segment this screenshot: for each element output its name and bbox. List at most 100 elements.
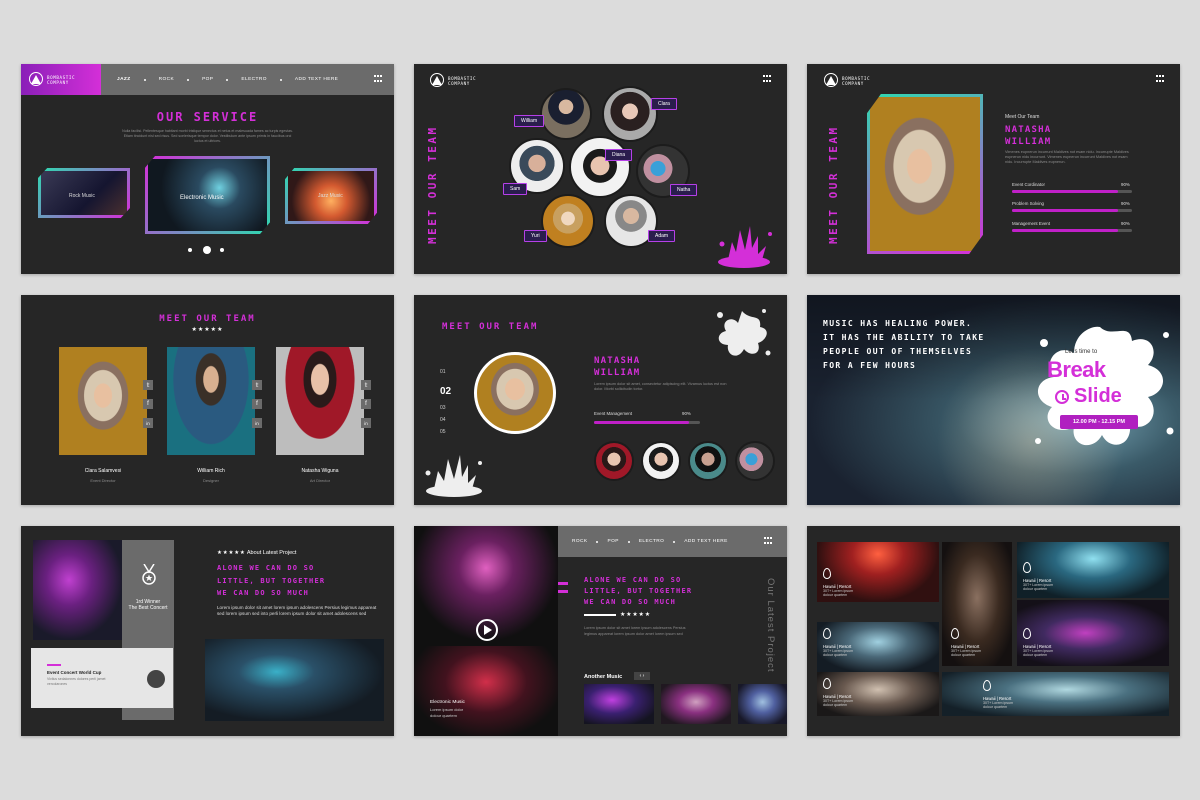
- caption-block: Hawaii | Resort 30T+ Lorem ipsum dolour …: [823, 628, 853, 657]
- caption-block: Hawaii | Resort 30T+ Lorem ipsum dolour …: [1023, 628, 1053, 657]
- card-accent: [47, 664, 61, 666]
- project-body: Lorem ipsum dolor sit amet lorem ipsum a…: [217, 605, 377, 617]
- index-number[interactable]: 01: [440, 369, 446, 375]
- name-tag-william: William: [514, 115, 545, 127]
- name-tag-adam: Adam: [648, 230, 676, 242]
- thumb-photo[interactable]: [688, 441, 728, 481]
- card-title: Event Concert World Cup: [47, 670, 102, 675]
- twitter-icon[interactable]: 𝕥: [361, 380, 371, 390]
- accent-bar: [558, 590, 568, 593]
- member-role: Event Director: [90, 478, 116, 483]
- section-title: MEET OUR TEAM: [159, 314, 256, 324]
- member-name: William Rich: [197, 468, 225, 474]
- nav-pop[interactable]: POP: [607, 539, 618, 544]
- rating-stars: ★★★★★: [191, 327, 224, 333]
- paint-splash-icon: [717, 309, 771, 356]
- rating-stars: ★★★★★: [620, 612, 651, 618]
- service-card-rock[interactable]: Rock Music: [38, 168, 130, 218]
- nav-add-text[interactable]: ADD TEXT HERE: [684, 539, 727, 544]
- carousel-dot[interactable]: [220, 248, 224, 252]
- nav-add-text[interactable]: ADD TEXT HERE: [295, 77, 338, 82]
- section-body: Nulla facilisi. Pellentesque habitant mo…: [122, 129, 293, 143]
- team-photo-william[interactable]: [540, 88, 592, 140]
- music-thumb[interactable]: [584, 684, 654, 724]
- break-title: Break: [1047, 357, 1106, 382]
- pager-arrows-icon[interactable]: ‹ ›: [634, 672, 650, 680]
- carousel-dot[interactable]: [188, 248, 192, 252]
- slide-our-latest-project[interactable]: Electronic Music Lorem ipsum dolor dolou…: [414, 526, 787, 736]
- facebook-icon[interactable]: f: [252, 399, 262, 409]
- profile-photo: [867, 94, 983, 254]
- vertical-label: Our Latest Project: [765, 578, 776, 673]
- service-card-electronic[interactable]: Electronic Music: [145, 156, 270, 234]
- play-icon[interactable]: [476, 619, 498, 641]
- paint-splash-icon: [718, 226, 772, 268]
- member-name: Clara Salamvesi: [84, 468, 122, 474]
- slide-meet-team-circles[interactable]: BOMBASTIC COMPANY MEET OUR TEAM William C…: [414, 64, 787, 274]
- skill-value: 90%: [682, 411, 691, 416]
- music-thumb[interactable]: [738, 684, 787, 724]
- caption-block: Hawaii | Resort 30T+ Lorem ipsum dolour …: [951, 628, 981, 657]
- menu-grid-icon[interactable]: [763, 75, 773, 83]
- index-number-active[interactable]: 02: [440, 386, 451, 397]
- index-number[interactable]: 04: [440, 417, 446, 423]
- project-body: Lorem ipsum dolor sit amet lorem ipsum a…: [584, 626, 686, 636]
- skill-label: Event Management: [594, 411, 633, 416]
- facebook-icon[interactable]: f: [143, 399, 153, 409]
- linkedin-icon[interactable]: in: [252, 418, 262, 428]
- card-label: Rock Music: [69, 193, 95, 199]
- nav-rock[interactable]: ROCK: [572, 539, 587, 544]
- headline: MUSIC HAS HEALING POWER. IT HAS THE ABILI…: [823, 319, 985, 370]
- slide-latest-project[interactable]: 1rd Winner The Best Concert Event Concert…: [21, 526, 394, 736]
- location-pin-icon: [823, 568, 831, 579]
- twitter-icon[interactable]: 𝕥: [143, 380, 153, 390]
- card-body: Vivilus sedalonnes dolores perli jamet v…: [47, 677, 106, 686]
- nav-rock[interactable]: ROCK: [159, 77, 174, 82]
- menu-grid-icon[interactable]: [1156, 75, 1166, 83]
- slide-team-spotlight[interactable]: MEET OUR TEAM 01 02 03 04 05 NATASHA WILL…: [414, 295, 787, 505]
- facebook-icon[interactable]: f: [361, 399, 371, 409]
- name-tag-sam: Sam: [503, 183, 528, 195]
- nav-jazz[interactable]: JAZZ: [117, 77, 131, 82]
- slide-gallery[interactable]: Hawaii | Resort 30T+ Lorem ipsum dolour …: [807, 526, 1180, 736]
- skill-fill: [1012, 190, 1118, 193]
- music-thumb[interactable]: [661, 684, 731, 724]
- menu-grid-icon[interactable]: [374, 75, 384, 83]
- slide-break[interactable]: MUSIC HAS HEALING POWER. IT HAS THE ABILI…: [807, 295, 1180, 505]
- team-photo-yuri[interactable]: [541, 194, 595, 248]
- clock-icon: [1055, 390, 1069, 404]
- team-photo-diana[interactable]: [569, 136, 631, 198]
- team-photo-clara[interactable]: [602, 86, 658, 142]
- project-eyebrow: ★★★★★ About Latest Project: [217, 550, 297, 556]
- member-role: Art Director: [309, 478, 331, 483]
- slide-team-cards[interactable]: MEET OUR TEAM ★★★★★ 𝕥 f in 𝕥 f in 𝕥 f in…: [21, 295, 394, 505]
- stage-lights: [414, 646, 558, 736]
- nav-pop[interactable]: POP: [202, 77, 213, 82]
- slide-our-service[interactable]: BOMBASTIC COMPANY JAZZ ROCK POP ELECTRO A…: [21, 64, 394, 274]
- name-tag-yuri: Yuri: [524, 230, 547, 242]
- carousel-dot-active[interactable]: [203, 246, 211, 254]
- thumb-photo[interactable]: [594, 441, 634, 481]
- linkedin-icon[interactable]: in: [143, 418, 153, 428]
- index-number[interactable]: 05: [440, 429, 446, 435]
- caption-block: Hawaii | Resort 30T+ Lorem ipsum dolour …: [823, 568, 853, 597]
- nav-electro[interactable]: ELECTRO: [241, 77, 266, 82]
- thumb-photo[interactable]: [735, 441, 775, 481]
- accent-bar: [558, 582, 568, 585]
- concert-photo: [33, 540, 123, 640]
- twitter-icon[interactable]: 𝕥: [252, 380, 262, 390]
- skill-value: 90%: [1121, 182, 1130, 187]
- index-number[interactable]: 03: [440, 405, 446, 411]
- top-nav: JAZZ ROCK POP ELECTRO ADD TEXT HERE: [101, 64, 394, 95]
- photo-caption: Electronic Music: [430, 700, 465, 705]
- card-label: Jazz Music: [318, 193, 343, 199]
- caption-block: Hawaii | Resort 30T+ Lorem ipsum dolour …: [1023, 562, 1053, 591]
- linkedin-icon[interactable]: in: [361, 418, 371, 428]
- gallery-photo[interactable]: [942, 672, 1169, 716]
- thumb-photo[interactable]: [641, 441, 681, 481]
- brand-name: BOMBASTIC COMPANY: [448, 76, 477, 86]
- nav-electro[interactable]: ELECTRO: [639, 539, 664, 544]
- slide-team-profile[interactable]: BOMBASTIC COMPANY MEET OUR TEAM Meet Our …: [807, 64, 1180, 274]
- menu-grid-icon[interactable]: [764, 537, 774, 545]
- service-card-jazz[interactable]: Jazz Music: [285, 168, 377, 224]
